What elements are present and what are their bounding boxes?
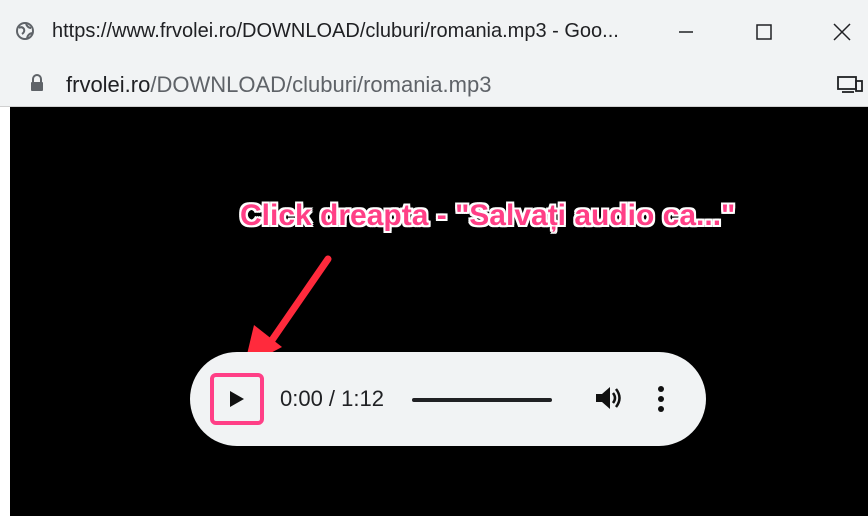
url-path: /DOWNLOAD/cluburi/romania.mp3: [150, 72, 492, 97]
address-bar[interactable]: frvolei.ro/DOWNLOAD/cluburi/romania.mp3: [0, 62, 868, 107]
url-text[interactable]: frvolei.ro/DOWNLOAD/cluburi/romania.mp3: [66, 72, 491, 98]
minimize-button[interactable]: [666, 14, 706, 50]
minimize-icon: [679, 31, 693, 33]
time-display: 0:00 / 1:12: [280, 386, 384, 411]
close-icon: [833, 23, 851, 41]
play-icon: [230, 391, 244, 407]
media-viewport: Click dreapta - "Salvați audio ca..." 0:…: [10, 107, 868, 516]
maximize-button[interactable]: [744, 14, 784, 50]
cast-icon[interactable]: [836, 74, 864, 94]
window-title: https://www.frvolei.ro/DOWNLOAD/cluburi/…: [52, 20, 619, 42]
volume-icon[interactable]: [594, 384, 624, 412]
play-button[interactable]: [210, 373, 264, 425]
audio-player[interactable]: 0:00 / 1:12: [190, 352, 706, 446]
maximize-icon: [756, 24, 772, 40]
lock-icon: [31, 74, 43, 91]
title-bar: https://www.frvolei.ro/DOWNLOAD/cluburi/…: [0, 0, 868, 62]
progress-bar[interactable]: [412, 398, 552, 402]
close-button[interactable]: [822, 14, 862, 50]
more-vert-icon[interactable]: [656, 385, 666, 413]
annotation-label: Click dreapta - "Salvați audio ca...": [240, 199, 736, 232]
globe-icon: [16, 22, 34, 40]
url-domain: frvolei.ro: [66, 72, 151, 97]
